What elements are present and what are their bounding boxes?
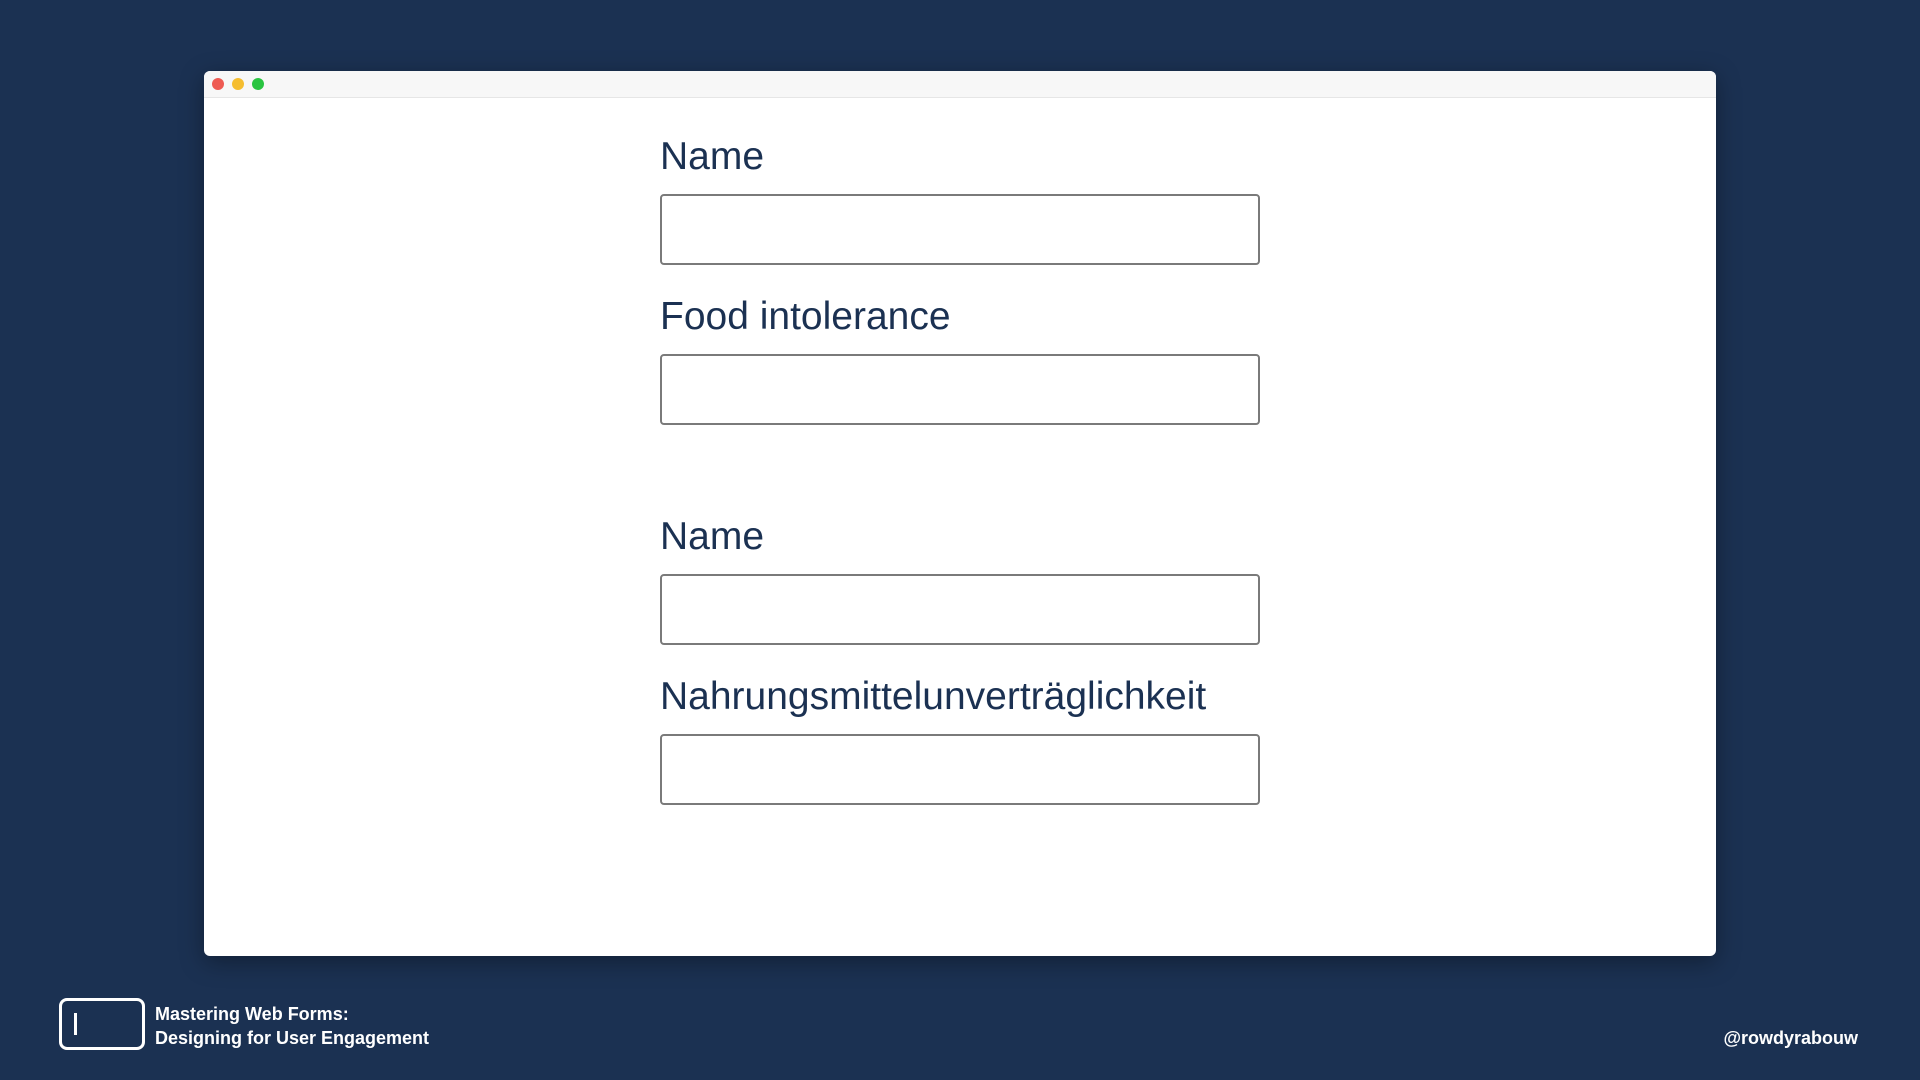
- name-input-1[interactable]: [660, 194, 1260, 265]
- window-title-bar: [204, 71, 1716, 98]
- name-input-2[interactable]: [660, 574, 1260, 645]
- food-intolerance-input[interactable]: [660, 354, 1260, 425]
- input-cursor-icon: [59, 998, 145, 1050]
- name-label-2: Name: [660, 515, 765, 558]
- talk-title-line1: Mastering Web Forms:: [155, 1004, 349, 1024]
- close-dot-icon[interactable]: [212, 78, 224, 90]
- browser-window: Name Food intolerance Name Nahrungsmitte…: [204, 71, 1716, 956]
- nahrungsmittelunvertraeglichkeit-label: Nahrungsmittelunverträglichkeit: [660, 675, 1207, 718]
- talk-title-line2: Designing for User Engagement: [155, 1028, 430, 1048]
- talk-title: Mastering Web Forms: Designing for User …: [155, 1002, 429, 1050]
- food-intolerance-label: Food intolerance: [660, 295, 951, 338]
- author-handle: @rowdyrabouw: [1723, 1028, 1858, 1048]
- nahrungsmittelunvertraeglichkeit-input[interactable]: [660, 734, 1260, 805]
- minimize-dot-icon[interactable]: [232, 78, 244, 90]
- name-label-1: Name: [660, 135, 765, 178]
- cursor-bar: [74, 1013, 77, 1035]
- maximize-dot-icon[interactable]: [252, 78, 264, 90]
